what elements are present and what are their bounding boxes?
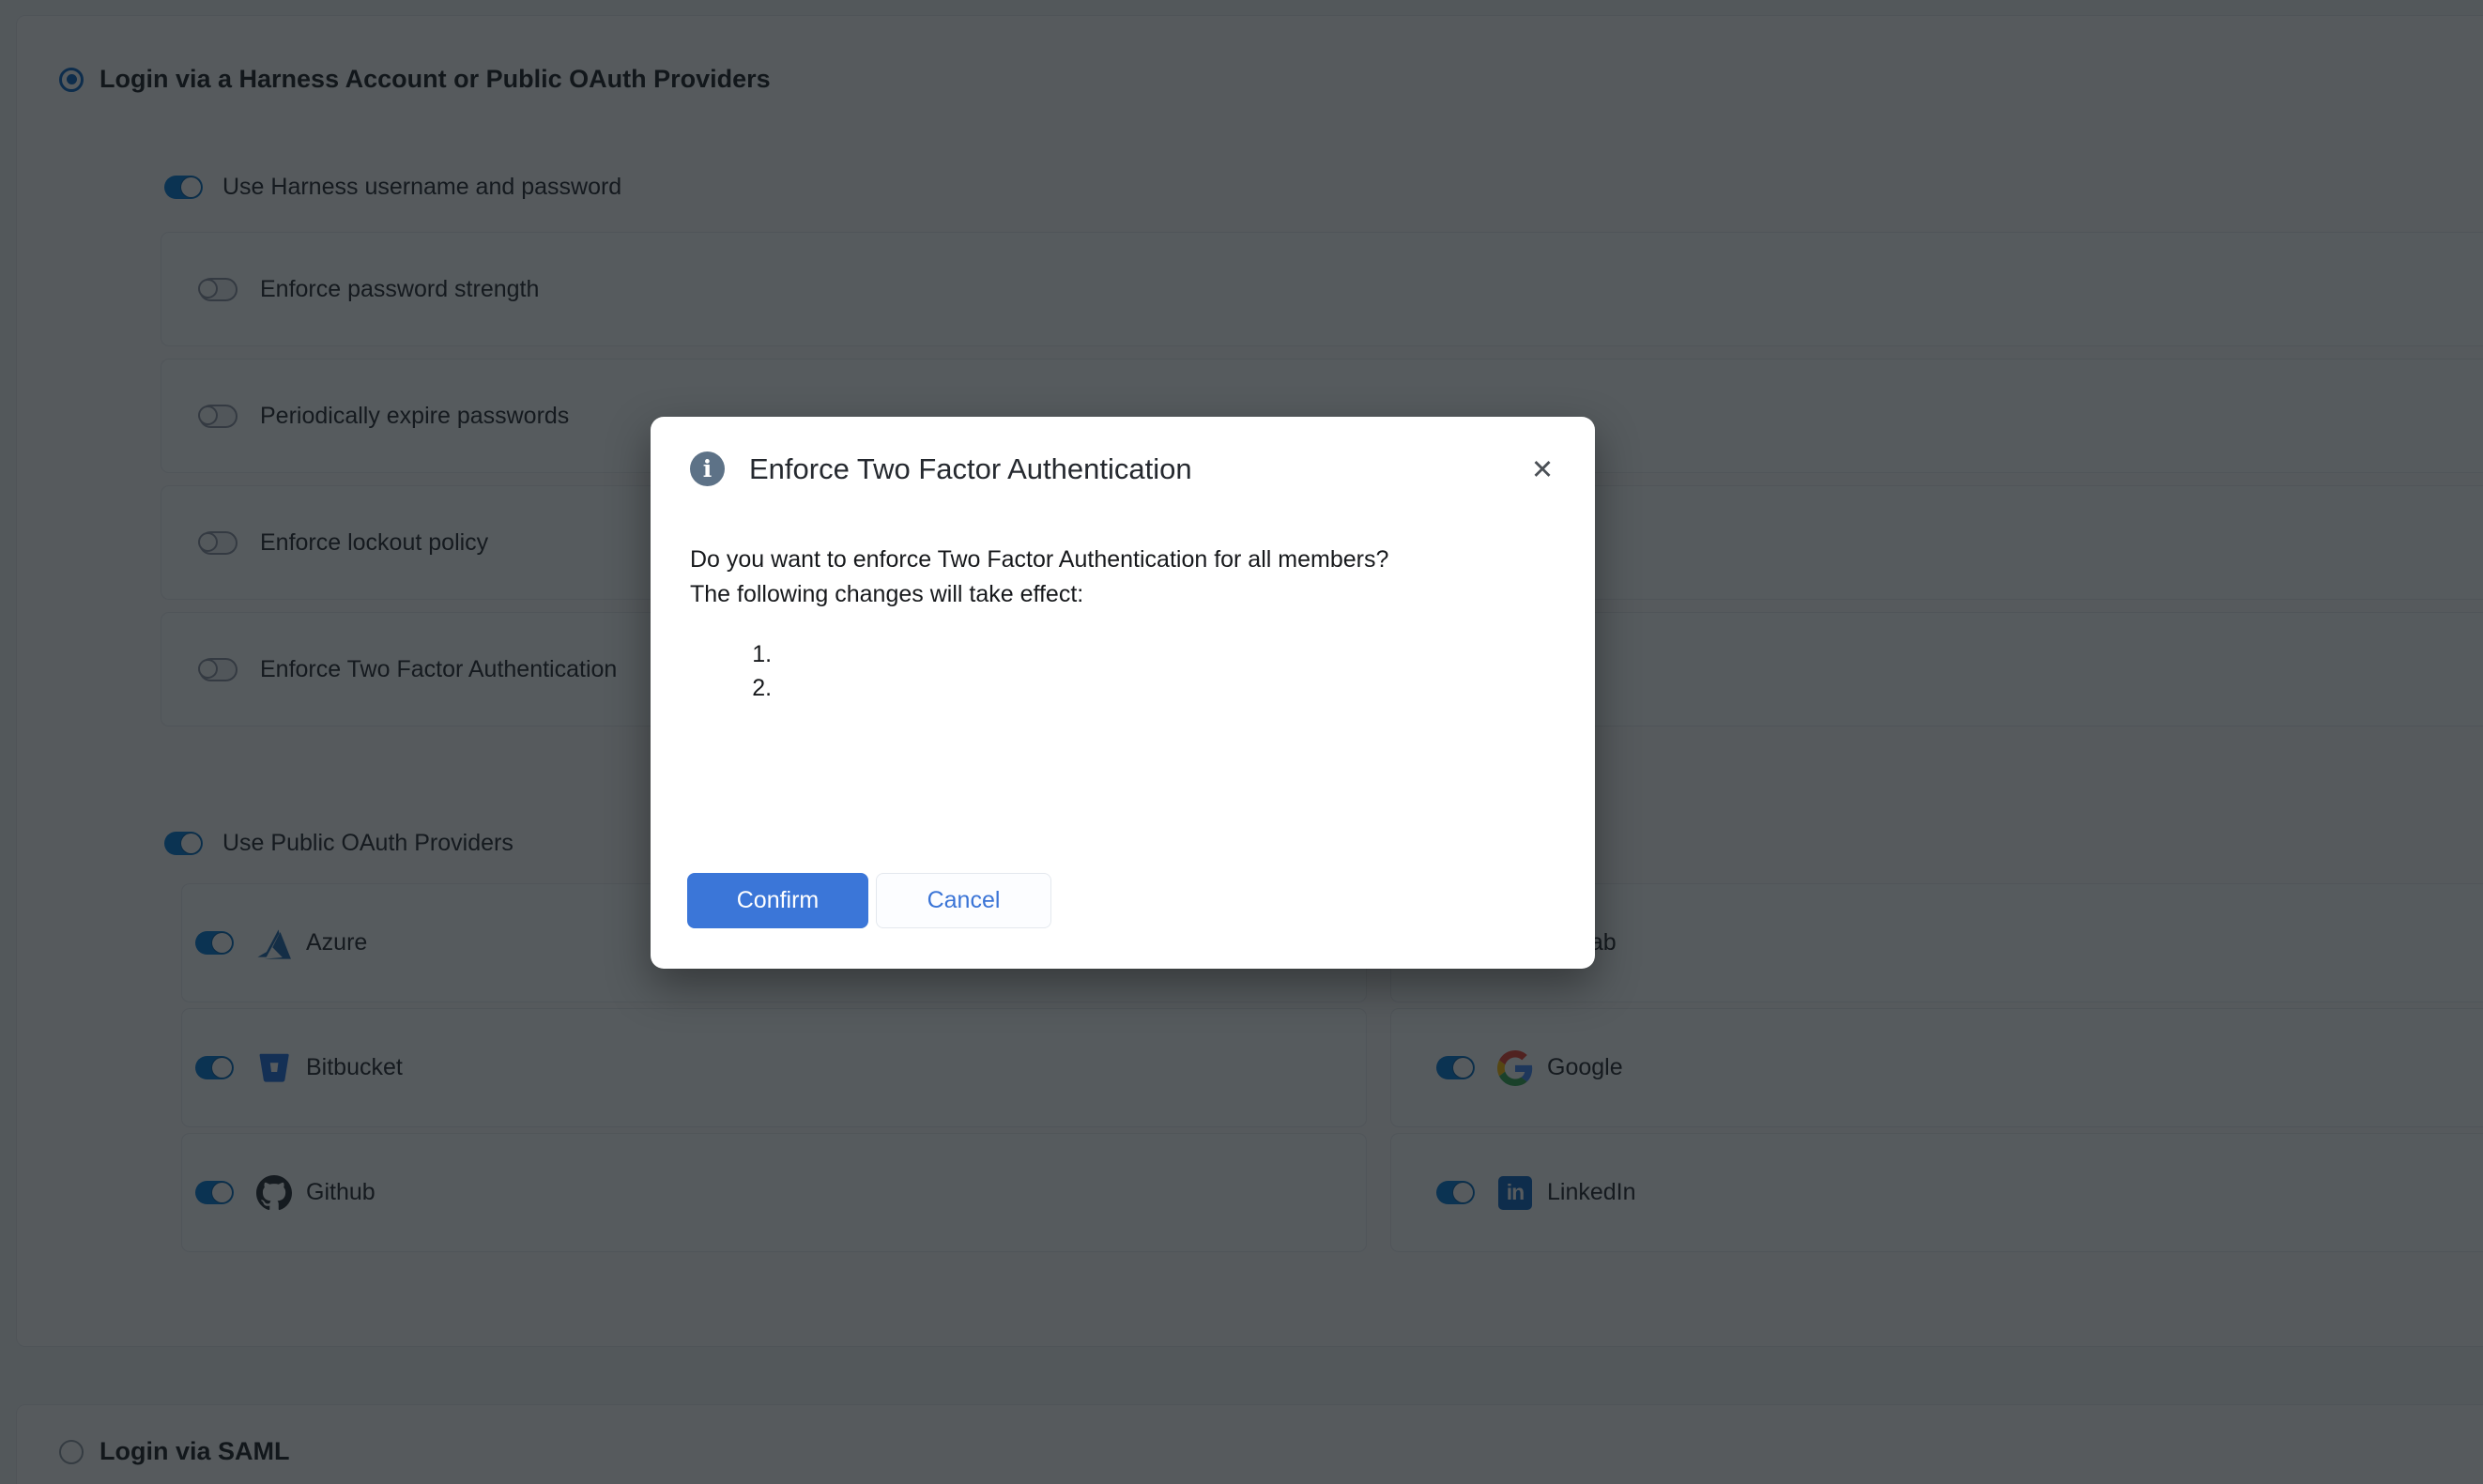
dialog-effects-item <box>778 637 1535 671</box>
authentication-settings-page: Login via a Harness Account or Public OA… <box>0 0 2483 1484</box>
close-icon[interactable]: ✕ <box>1524 451 1561 488</box>
dialog-effects-list <box>690 637 1535 705</box>
info-icon: i <box>690 451 725 486</box>
dialog-body-line1: Do you want to enforce Two Factor Authen… <box>690 543 1546 577</box>
enforce-2fa-dialog: i Enforce Two Factor Authentication ✕ Do… <box>651 417 1595 969</box>
confirm-button[interactable]: Confirm <box>687 873 868 928</box>
dialog-title: Enforce Two Factor Authentication <box>749 452 1192 486</box>
dialog-effects-item <box>778 671 1535 705</box>
cancel-button[interactable]: Cancel <box>876 873 1051 928</box>
dialog-body-text: Do you want to enforce Two Factor Authen… <box>690 543 1546 612</box>
dialog-body-line2: The following changes will take effect: <box>690 577 1546 612</box>
